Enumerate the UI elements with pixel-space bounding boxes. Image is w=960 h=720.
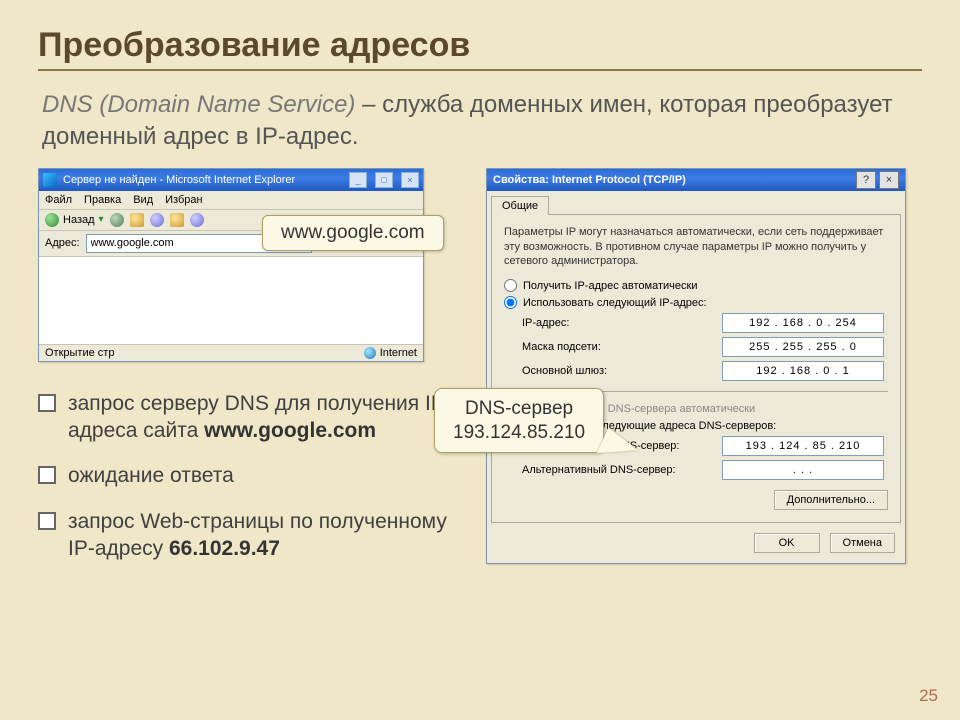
list-item: запрос серверу DNS для получения IP-адре… [38, 390, 468, 463]
ie-statusbar: Открытие стр Internet [39, 344, 423, 361]
dialog-buttons: OK Отмена [487, 523, 905, 563]
list-item: ожидание ответа [38, 462, 468, 507]
stop-icon[interactable] [130, 213, 144, 227]
radio-input[interactable] [504, 279, 517, 292]
ie-title-text: Сервер не найден - Microsoft Internet Ex… [63, 174, 341, 186]
dns-abbrev: DNS [42, 91, 93, 118]
home-icon[interactable] [170, 213, 184, 227]
list-item: запрос Web-страницы по полученному IP-ад… [38, 508, 468, 581]
radio-auto-ip[interactable]: Получить IP-адрес автоматически [504, 279, 888, 292]
page-number: 25 [919, 686, 938, 706]
dialog-titlebar: Свойства: Internet Protocol (TCP/IP) ? × [487, 169, 905, 191]
forward-icon[interactable] [110, 213, 124, 227]
internet-zone-icon [364, 347, 376, 359]
close-icon[interactable]: × [879, 171, 899, 189]
back-button[interactable]: Назад ▾ [45, 213, 104, 227]
label-gateway: Основной шлюз: [522, 365, 722, 377]
ie-window: Сервер не найден - Microsoft Internet Ex… [38, 168, 424, 362]
maximize-icon[interactable]: □ [375, 172, 393, 188]
menu-edit[interactable]: Правка [84, 194, 121, 206]
ie-titlebar: Сервер не найден - Microsoft Internet Ex… [39, 169, 423, 191]
label-dns2: Альтернативный DNS-сервер: [522, 464, 722, 476]
callout-line1: DNS-сервер [453, 397, 585, 421]
intro-text: DNS (Domain Name Service) – служба домен… [38, 89, 922, 154]
ie-viewport [39, 257, 423, 344]
back-icon [45, 213, 59, 227]
menu-file[interactable]: Файл [45, 194, 72, 206]
menu-fav[interactable]: Избран [165, 194, 202, 206]
menu-view[interactable]: Вид [133, 194, 153, 206]
row-gw: Основной шлюз: 192 . 168 . 0 . 1 [504, 361, 888, 381]
title-rule [38, 69, 922, 71]
minimize-icon[interactable]: _ [349, 172, 367, 188]
row-mask: Маска подсети: 255 . 255 . 255 . 0 [504, 337, 888, 357]
close-icon[interactable]: × [401, 172, 419, 188]
gateway-input[interactable]: 192 . 168 . 0 . 1 [722, 361, 884, 381]
ip-address-input[interactable]: 192 . 168 . 0 . 254 [722, 313, 884, 333]
dns1-input[interactable]: 193 . 124 . 85 . 210 [722, 436, 884, 456]
dialog-pane: Параметры IP могут назначаться автоматич… [491, 214, 901, 524]
dialog-description: Параметры IP могут назначаться автоматич… [504, 225, 888, 270]
dns-server-callout: DNS-сервер 193.124.85.210 [434, 388, 604, 454]
radio-manual-ip[interactable]: Использовать следующий IP-адрес: [504, 296, 888, 309]
advanced-button[interactable]: Дополнительно... [774, 490, 888, 510]
chevron-down-icon: ▾ [99, 214, 104, 225]
row-dns2: Альтернативный DNS-сервер: . . . [504, 460, 888, 480]
ie-icon [43, 173, 57, 187]
url-callout: www.google.com [262, 215, 444, 251]
label-ip: IP-адрес: [522, 317, 722, 329]
status-left: Открытие стр [45, 347, 114, 359]
help-icon[interactable]: ? [856, 171, 876, 189]
dns2-input[interactable]: . . . [722, 460, 884, 480]
radio-input[interactable] [504, 296, 517, 309]
back-label: Назад [63, 214, 95, 226]
tcpip-dialog: Свойства: Internet Protocol (TCP/IP) ? ×… [486, 168, 906, 565]
label-mask: Маска подсети: [522, 341, 722, 353]
refresh-icon[interactable] [150, 213, 164, 227]
cancel-button[interactable]: Отмена [830, 533, 895, 553]
address-label: Адрес: [45, 237, 80, 249]
ie-menubar: Файл Правка Вид Избран [39, 191, 423, 210]
dialog-title-text: Свойства: Internet Protocol (TCP/IP) [493, 174, 853, 186]
dialog-tabs: Общие [487, 191, 905, 214]
status-zone: Internet [364, 347, 417, 359]
tab-general[interactable]: Общие [491, 196, 549, 215]
ok-button[interactable]: OK [754, 533, 820, 553]
bullet-list: запрос серверу DNS для получения IP-адре… [38, 390, 468, 580]
page-title: Преобразование адресов [38, 26, 922, 65]
callout-line2: 193.124.85.210 [453, 421, 585, 445]
search-icon[interactable] [190, 213, 204, 227]
subnet-mask-input[interactable]: 255 . 255 . 255 . 0 [722, 337, 884, 357]
dns-expansion: (Domain Name Service) [99, 91, 355, 118]
row-ip: IP-адрес: 192 . 168 . 0 . 254 [504, 313, 888, 333]
